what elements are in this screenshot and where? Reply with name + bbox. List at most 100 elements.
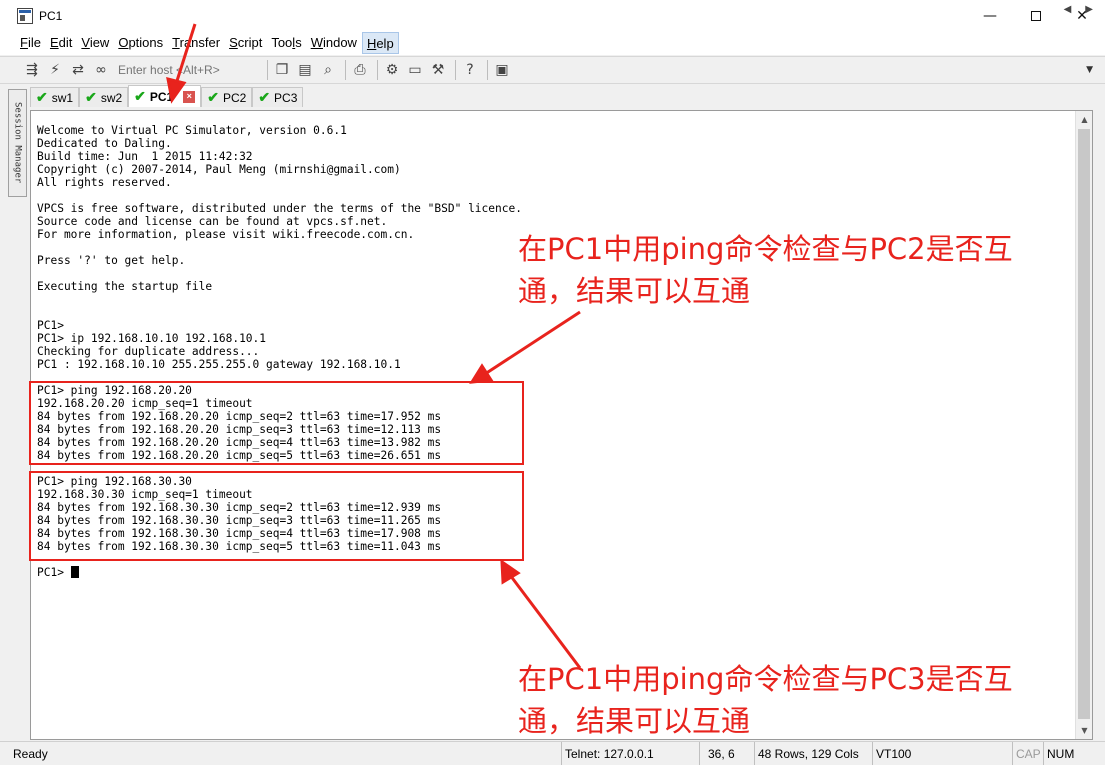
menu-label-post: ile	[27, 35, 41, 50]
terminal-line-text: Build time: Jun 1 2015 11:42:32	[37, 150, 253, 163]
minimize-icon: —	[983, 7, 997, 24]
menu-item[interactable]: Help	[361, 32, 399, 54]
terminal-line-text: For more information, please visit wiki.…	[37, 228, 415, 241]
menu-accelerator: O	[118, 35, 129, 50]
menu-item[interactable]: File	[16, 32, 45, 54]
tab-label: PC3	[274, 90, 298, 105]
annotation-bottom-line1: 在PC1中用ping命令检查与PC3是否互	[518, 662, 1013, 696]
menu-item[interactable]: Window	[307, 32, 361, 54]
tab-pc2[interactable]: ✔ PC2	[201, 87, 253, 107]
tab-pc1[interactable]: ✔ PC1 ×	[128, 85, 202, 107]
tool-icon[interactable]: ⚒	[428, 60, 448, 80]
maximize-icon	[1031, 10, 1041, 21]
terminal-line-text: Dedicated to Daling.	[37, 137, 172, 150]
terminal-line-text: Executing the startup file	[37, 280, 213, 293]
maximize-button[interactable]	[1013, 0, 1059, 31]
menu-label-post: dit	[58, 35, 73, 50]
quick-connect-icon[interactable]: ⚡	[45, 60, 65, 80]
menu-accelerator: H	[366, 36, 377, 51]
terminal-line: All rights reserved.	[37, 176, 522, 189]
terminal-line-text: Welcome to Virtual PC Simulator, version…	[37, 124, 347, 137]
menu-item[interactable]: View	[77, 32, 113, 54]
menu-item[interactable]: Transfer	[168, 32, 224, 54]
terminal-line-text: Press '?' to get help.	[37, 254, 186, 267]
minimize-button[interactable]: —	[967, 0, 1013, 31]
connect-icon[interactable]: ⇶	[22, 60, 42, 80]
terminal-line-text: PC1> ip 192.168.10.10 192.168.10.1	[37, 332, 267, 345]
terminal-line-text: All rights reserved.	[37, 176, 172, 189]
terminal-line: Copyright (c) 2007-2014, Paul Meng (mirn…	[37, 163, 522, 176]
toolbar-separator	[345, 60, 346, 80]
tab-scroll-right-icon[interactable]: ▶	[1085, 4, 1093, 15]
status-cursor-position: 36, 6	[699, 742, 754, 766]
sftp-icon[interactable]: ▣	[492, 60, 512, 80]
terminal-line: Welcome to Virtual PC Simulator, version…	[37, 124, 522, 137]
menu-accelerator: E	[49, 35, 59, 50]
annotation-top-line2: 通，结果可以互通	[518, 274, 751, 308]
tab-scroll-left-icon[interactable]: ◀	[1064, 4, 1072, 15]
link-icon[interactable]: ∞	[91, 60, 111, 80]
status-caps-lock: CAP	[1012, 742, 1043, 766]
tab-close-icon[interactable]: ×	[183, 90, 196, 103]
scrollbar-thumb[interactable]	[1078, 129, 1090, 719]
menu-accelerator: V	[81, 35, 90, 50]
tab-sw2[interactable]: ✔ sw2	[79, 87, 129, 107]
vertical-scrollbar[interactable]: ▲ ▼	[1075, 111, 1092, 739]
keymap-icon[interactable]: ▭	[405, 60, 425, 80]
tab-label: sw2	[100, 90, 123, 105]
toolbar-overflow-icon[interactable]: ▼	[1086, 65, 1093, 75]
session-manager-tab[interactable]: Session Manager	[8, 89, 27, 197]
connected-check-icon: ✔	[258, 89, 271, 105]
terminal-line-text: Copyright (c) 2007-2014, Paul Meng (mirn…	[37, 163, 401, 176]
menu-item[interactable]: Script	[225, 32, 266, 54]
terminal-line-text: VPCS is free software, distributed under…	[37, 202, 522, 215]
terminal-line-text: PC1>	[37, 319, 64, 332]
connected-check-icon: ✔	[207, 89, 219, 105]
settings-icon[interactable]: ⚙	[382, 60, 402, 80]
connected-check-icon: ✔	[85, 89, 97, 105]
menu-item[interactable]: Options	[114, 32, 167, 54]
status-terminal-size: 48 Rows, 129 Cols	[754, 742, 872, 766]
annotation-top-line1: 在PC1中用ping命令检查与PC2是否互	[518, 232, 1013, 266]
highlight-box-ping-pc2	[29, 381, 524, 465]
tab-label: PC1	[149, 89, 174, 104]
find-icon[interactable]: ⌕	[318, 60, 338, 80]
menu-accelerator: W	[310, 35, 323, 50]
terminal-line: For more information, please visit wiki.…	[37, 228, 522, 241]
terminal-line: PC1> ip 192.168.10.10 192.168.10.1	[37, 332, 522, 345]
menu-item[interactable]: Edit	[46, 32, 76, 54]
terminal-line: PC1>	[37, 566, 522, 579]
help-icon[interactable]: ?	[460, 60, 480, 80]
menu-item[interactable]: Tools	[267, 32, 305, 54]
menu-accelerator: F	[20, 35, 28, 50]
highlight-box-ping-pc3	[29, 471, 524, 561]
title-bar: PC1 — ✕	[0, 0, 1105, 31]
toolbar-separator	[377, 60, 378, 80]
terminal-line: Executing the startup file	[37, 280, 522, 293]
annotation-bottom-line2: 通，结果可以互通	[518, 704, 751, 738]
window-title: PC1	[39, 8, 63, 23]
scroll-up-icon[interactable]: ▲	[1076, 111, 1093, 128]
toolbar: ⇶ ⚡ ⇄ ∞ ❐ ▤ ⌕ ⎙ ⚙ ▭ ⚒ ? ▣ ▼	[0, 56, 1105, 84]
tab-sw1[interactable]: ✔ sw1	[30, 87, 80, 107]
taskbar-strip	[0, 765, 1105, 771]
scroll-down-icon[interactable]: ▼	[1076, 722, 1093, 739]
tab-navigation: ◀ ▶	[1064, 4, 1093, 15]
copy-icon[interactable]: ❐	[272, 60, 292, 80]
host-input[interactable]	[114, 60, 259, 80]
menu-bar: File Edit View Options Transfer Script Tools Wi…	[0, 31, 1105, 55]
reconnect-icon[interactable]: ⇄	[68, 60, 88, 80]
terminal-line: PC1>	[37, 319, 522, 332]
menu-label-post: iew	[89, 35, 110, 50]
print-icon[interactable]: ⎙	[350, 60, 370, 80]
tab-pc3[interactable]: ✔ PC3	[252, 87, 304, 107]
paste-icon[interactable]: ▤	[295, 60, 315, 80]
session-tabs: ✔ sw1 ✔ sw2 ✔ PC1 × ✔ PC2 ✔ PC3	[30, 85, 1105, 107]
status-num-lock: NUM	[1043, 742, 1083, 766]
terminal-cursor	[70, 566, 79, 578]
securecrt-window: PC1 — ✕ File Edit View Options Transfer Scrip…	[0, 0, 1105, 771]
menu-label-post: cript	[237, 35, 263, 50]
